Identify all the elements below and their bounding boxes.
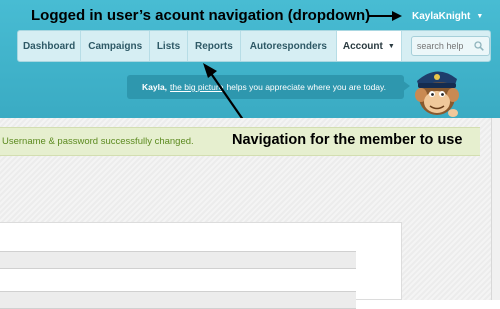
nav-item-account[interactable]: Account ▼ (336, 31, 402, 61)
welcome-tip-bubble: Kayla, the big picture helps you appreci… (127, 75, 404, 99)
success-message: Username & password successfully changed… (2, 136, 194, 147)
search-icon[interactable] (474, 41, 484, 51)
chevron-down-icon: ▼ (476, 13, 484, 20)
nav-item-account-label: Account (342, 40, 383, 52)
annotation-member-nav: Navigation for the member to use (232, 132, 463, 148)
arrow-pointer-icon (203, 63, 247, 125)
mascot-monkey-icon (415, 71, 459, 117)
search-help-box[interactable] (410, 36, 490, 56)
content-card (0, 222, 402, 309)
table-row (0, 251, 356, 269)
user-account-dropdown[interactable]: KaylaKnight ▼ (412, 11, 483, 22)
nav-item-lists[interactable]: Lists (150, 31, 188, 61)
search-input[interactable] (416, 41, 473, 51)
chevron-down-icon: ▼ (387, 42, 395, 50)
nav-item-dashboard[interactable]: Dashboard (18, 31, 82, 61)
table-row (0, 291, 356, 309)
tip-text: helps you appreciate where you are today… (226, 82, 387, 92)
arrow-right-icon (368, 11, 402, 21)
tip-username: Kayla, (142, 82, 168, 92)
nav-item-campaigns[interactable]: Campaigns (81, 31, 151, 61)
annotation-user-nav: Logged in user’s acount navigation (drop… (31, 7, 371, 24)
nav-item-autoresponders[interactable]: Autoresponders (241, 31, 337, 61)
nav-item-reports[interactable]: Reports (188, 31, 242, 61)
username-label: KaylaKnight (412, 11, 471, 22)
